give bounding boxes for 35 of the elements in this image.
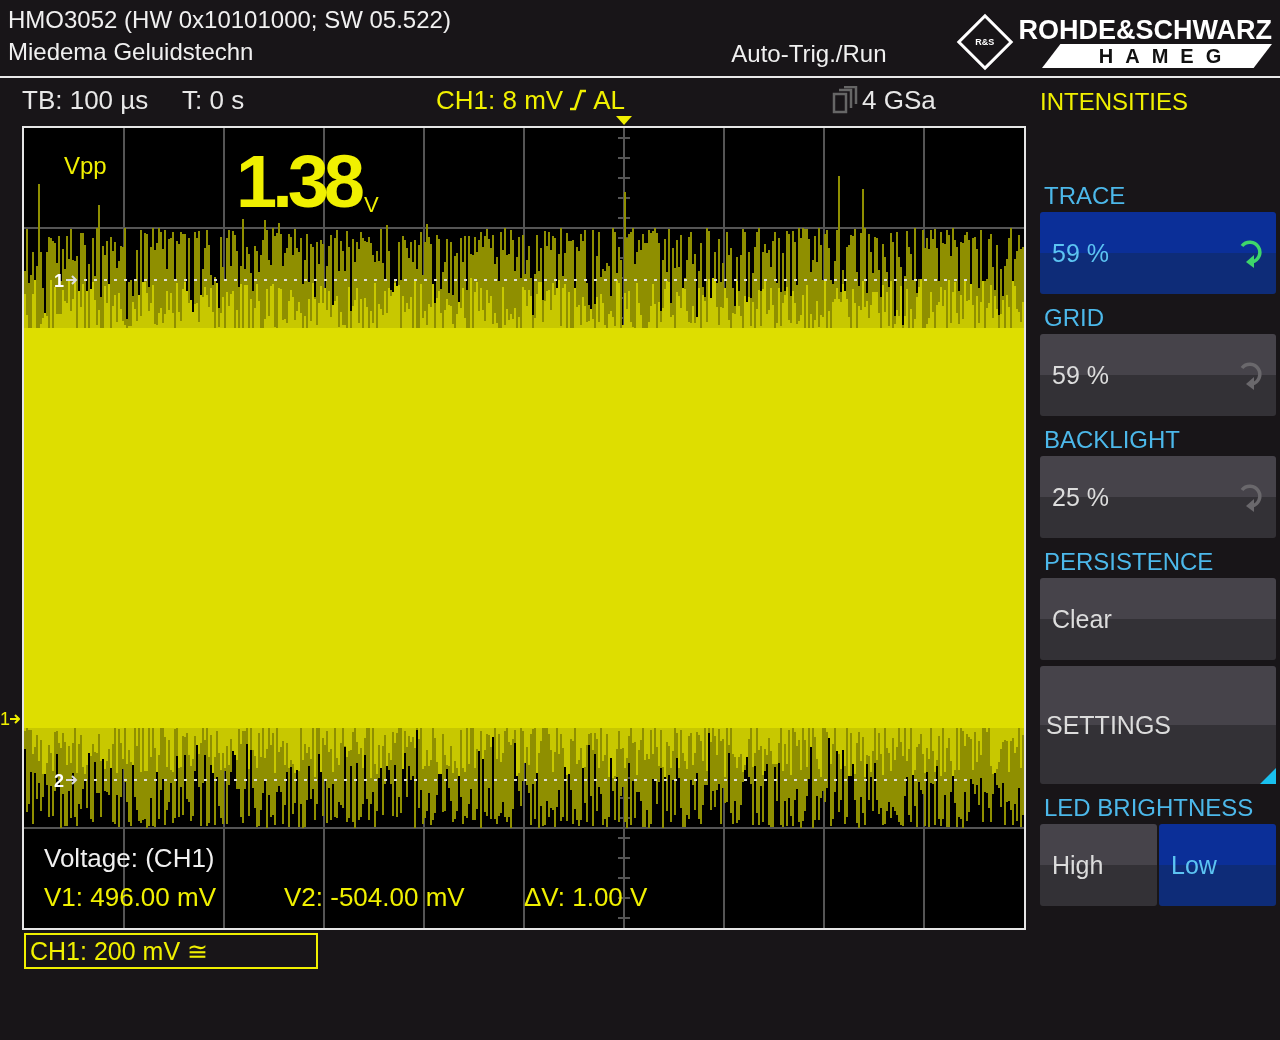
menu-button[interactable]: 59 % bbox=[1040, 212, 1276, 294]
section-heading: LED BRIGHTNESS bbox=[1044, 794, 1255, 822]
sub-brand-logo: HAMEG bbox=[1042, 44, 1272, 68]
measurement-label: Vpp bbox=[64, 152, 107, 180]
rising-edge-icon bbox=[569, 89, 588, 111]
section-heading: BACKLIGHT bbox=[1044, 426, 1182, 454]
menu-button[interactable]: SETTINGS bbox=[1040, 666, 1276, 784]
section-heading: GRID bbox=[1044, 304, 1105, 332]
measurement-unit: V bbox=[364, 192, 379, 218]
cursor-readout-value: V1: 496.00 mV bbox=[44, 882, 216, 913]
device-owner: Miedema Geluidstechn bbox=[8, 38, 255, 66]
stacked-pages-icon bbox=[832, 86, 858, 114]
brand-name: ROHDE&SCHWARZ bbox=[1018, 16, 1272, 44]
logo-emblem: R&S bbox=[956, 13, 1013, 71]
menu-button[interactable]: Low bbox=[1159, 824, 1276, 906]
trigger-status: Auto-Trig./Run bbox=[731, 40, 887, 68]
cursor-readout-value: ΔV: 1.00 V bbox=[524, 882, 648, 913]
menu-button[interactable]: High bbox=[1040, 824, 1157, 906]
trigger-source-label: CH1: 8 mV bbox=[436, 84, 564, 116]
timebase-label: TB: 100 µs bbox=[22, 84, 150, 116]
menu-button[interactable]: 25 % bbox=[1040, 456, 1276, 538]
sample-rate-label: 4 GSa bbox=[862, 84, 937, 116]
section-heading: PERSISTENCE bbox=[1044, 548, 1215, 576]
measurement-value: 1.38 bbox=[236, 142, 361, 222]
trigger-coupling-label: AL bbox=[593, 84, 625, 116]
menu-title: INTENSITIES bbox=[1040, 88, 1190, 116]
trigger-time-label: T: 0 s bbox=[182, 84, 246, 116]
cursor-readout-value: V2: -504.00 mV bbox=[284, 882, 465, 913]
device-title: HMO3052 (HW 0x10101000; SW 05.522) bbox=[8, 6, 451, 34]
cursor-readout-title: Voltage: (CH1) bbox=[44, 843, 215, 874]
submenu-corner-icon bbox=[1260, 768, 1276, 784]
channel-scale-label[interactable]: CH1: 200 mV ≅ bbox=[24, 933, 318, 969]
menu-button[interactable]: Clear bbox=[1040, 578, 1276, 660]
section-heading: TRACE bbox=[1044, 182, 1127, 210]
menu-button[interactable]: 59 % bbox=[1040, 334, 1276, 416]
